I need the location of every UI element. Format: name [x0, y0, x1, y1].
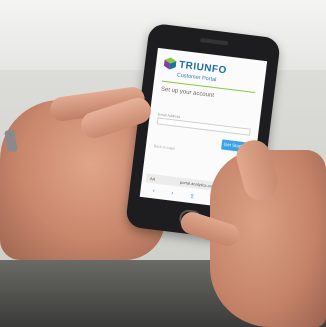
back-to-login-link[interactable]: Back to Login: [154, 144, 176, 151]
text-size-button[interactable]: AA: [150, 176, 156, 182]
url-text: portal.analytics.com: [179, 179, 216, 189]
phone-speaker: [200, 37, 229, 46]
email-field[interactable]: [156, 117, 251, 136]
photo-scene: TRIUNFO Customer Portal Set up your acco…: [0, 0, 326, 327]
logo-row: TRIUNFO: [163, 57, 227, 77]
setup-heading: Set up your account: [160, 86, 215, 100]
back-icon[interactable]: ‹: [152, 188, 155, 194]
logo-icon: [163, 57, 177, 70]
forward-icon[interactable]: ›: [171, 191, 174, 197]
share-icon[interactable]: ⇪: [189, 192, 195, 200]
